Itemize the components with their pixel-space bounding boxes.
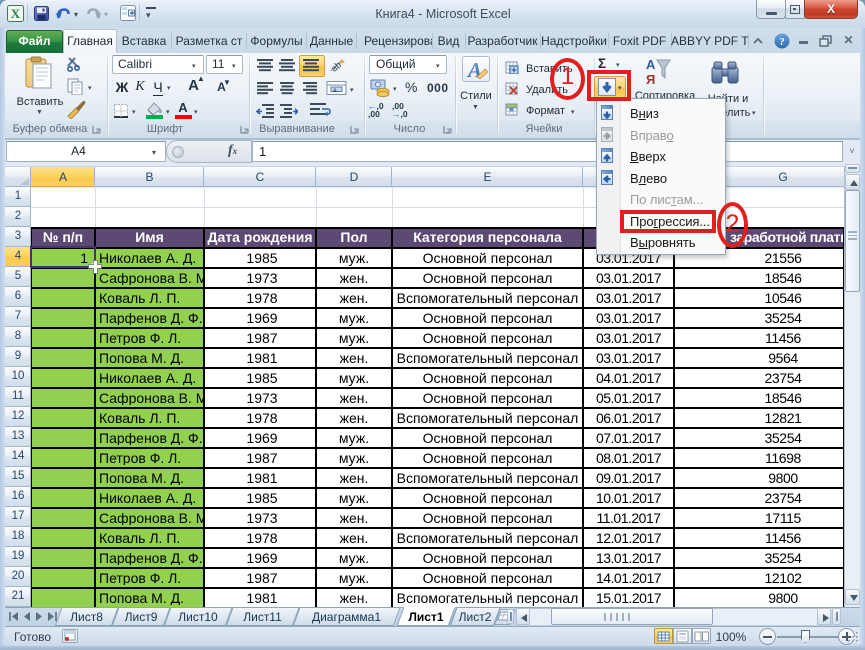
- svg-text:А: А: [646, 57, 656, 72]
- svg-text:a: a: [333, 87, 337, 94]
- svg-text:Я: Я: [646, 72, 655, 87]
- svg-text:X: X: [11, 6, 21, 21]
- svg-text:?: ?: [779, 36, 785, 48]
